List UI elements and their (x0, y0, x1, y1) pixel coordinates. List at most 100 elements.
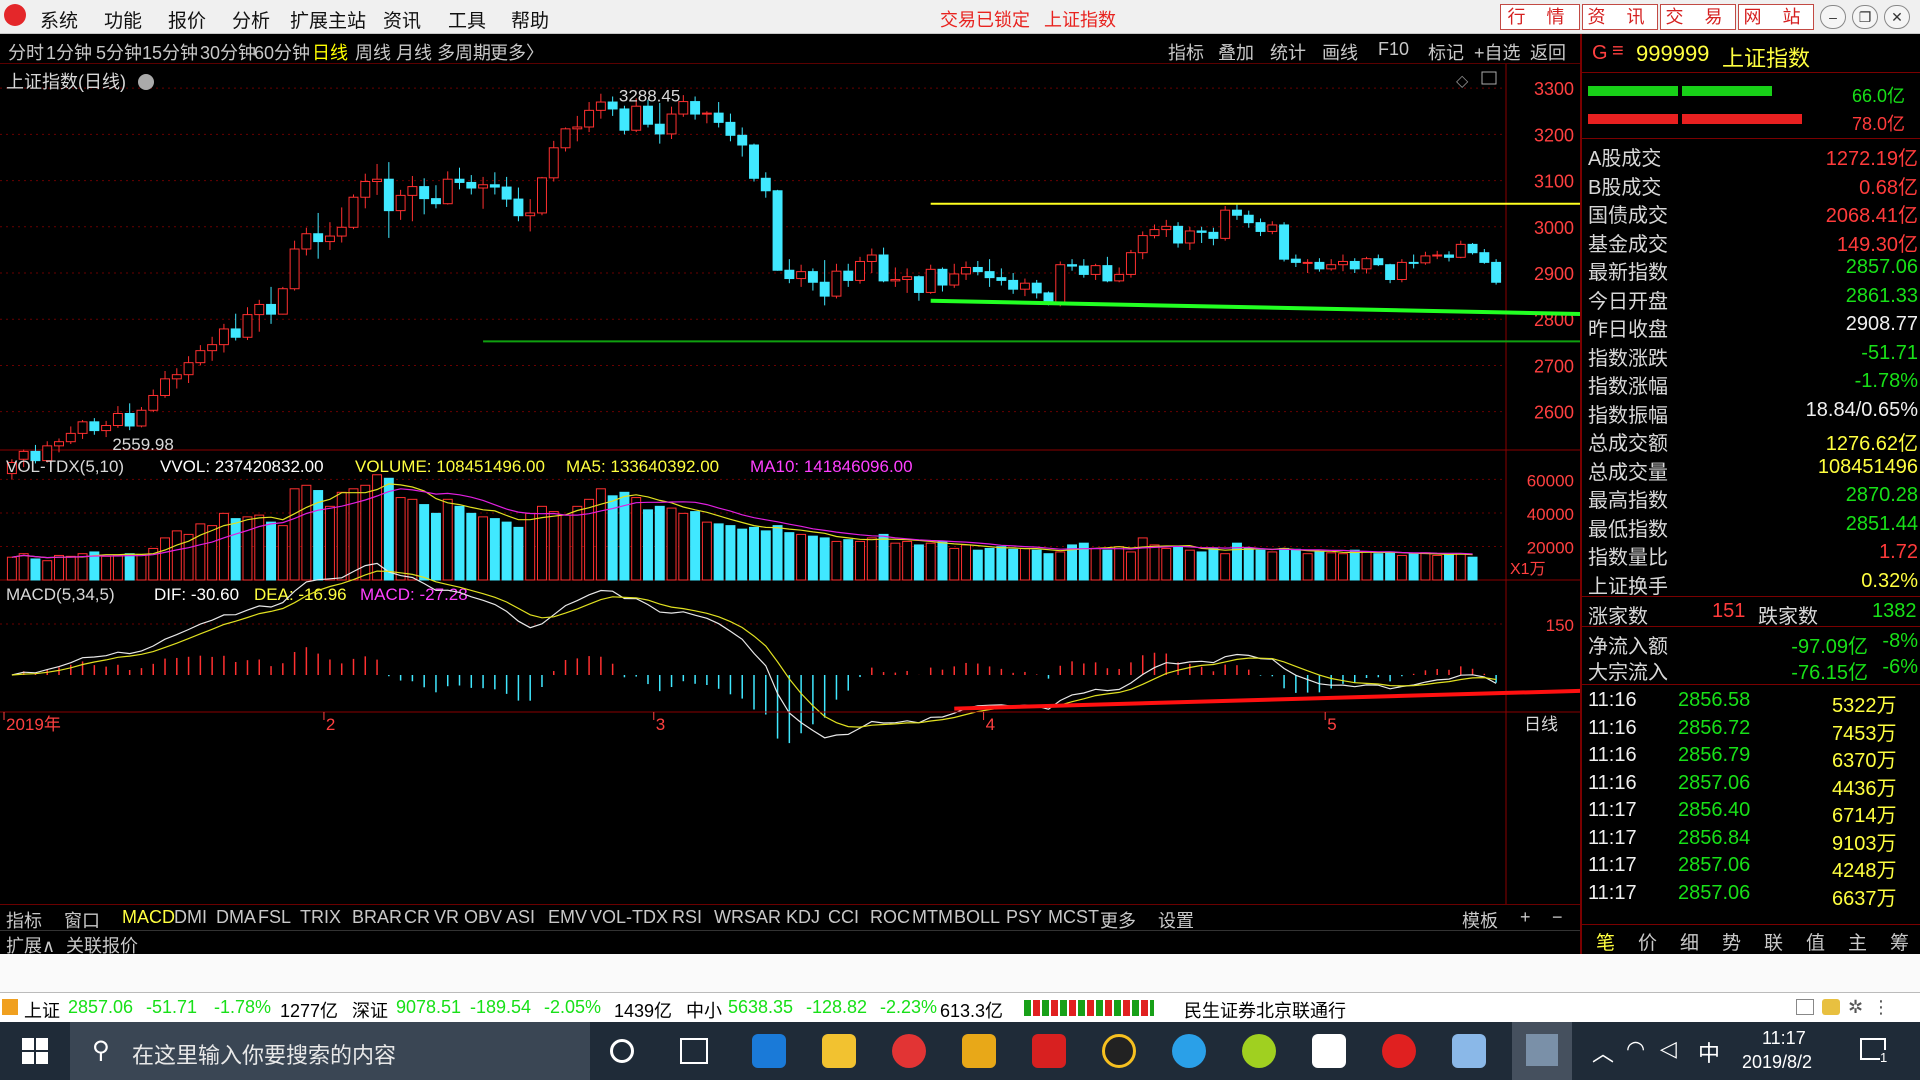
cortana-icon[interactable] (610, 1039, 634, 1063)
website-button[interactable]: 网 站 (1738, 4, 1814, 30)
menu-extension[interactable]: 扩展主站 (290, 6, 366, 33)
indicator-tab[interactable]: OBV (464, 907, 502, 928)
indicator-tab[interactable]: ROC (870, 907, 910, 928)
app-icon-7[interactable] (1172, 1034, 1206, 1068)
indicator-tab[interactable]: WR (714, 907, 744, 928)
toolbar-button[interactable]: 标记 (1428, 39, 1464, 65)
panel-tab[interactable]: 值 (1806, 928, 1825, 955)
period-tab[interactable]: 月线 (396, 39, 432, 65)
panel-tab[interactable]: 笔 (1596, 928, 1615, 955)
indicator-tab[interactable]: CR (404, 907, 430, 928)
menu-system[interactable]: 系统 (40, 6, 78, 33)
indicator-tab[interactable]: EMV (548, 907, 587, 928)
period-tab[interactable]: 更多〉 (490, 39, 544, 65)
candle-body (360, 181, 371, 198)
folder-icon[interactable] (822, 1034, 856, 1068)
kline-chart[interactable]: 26002700280029003000310032003300上证指数(日线)… (0, 64, 1580, 904)
indicator-tab[interactable]: CCI (828, 907, 859, 928)
toolbar-button[interactable]: F10 (1378, 39, 1409, 60)
indicator-tab[interactable]: RSI (672, 907, 702, 928)
period-tab[interactable]: 周线 (355, 39, 391, 65)
volume-icon[interactable]: ◁ (1660, 1036, 1677, 1062)
menu-analysis[interactable]: 分析 (232, 6, 270, 33)
period-tab[interactable]: 分时 (8, 39, 44, 65)
more-icon[interactable]: ⋮ (1872, 997, 1890, 1018)
panel-tab[interactable]: 主 (1848, 928, 1867, 955)
menu-tools[interactable]: 工具 (448, 6, 486, 33)
clock-time[interactable]: 11:17 (1762, 1028, 1806, 1049)
indicator-tab[interactable]: TRIX (300, 907, 341, 928)
window-icon[interactable] (1796, 999, 1814, 1015)
period-tab[interactable]: 多周期 (437, 39, 491, 65)
period-tab[interactable]: 日线 (312, 39, 348, 65)
ime-indicator[interactable]: 中 (1698, 1036, 1720, 1068)
indicator-tab[interactable]: MACD (122, 907, 175, 928)
tabbar-control[interactable]: − (1552, 907, 1563, 928)
candle-body (961, 266, 972, 275)
indicator-tab[interactable]: SAR (744, 907, 781, 928)
indicator-tab[interactable]: KDJ (786, 907, 820, 928)
panel-tab[interactable]: 细 (1680, 928, 1699, 955)
indicator-tab[interactable]: DMI (174, 907, 207, 928)
clock-date[interactable]: 2019/8/2 (1742, 1052, 1812, 1073)
menu-lines-icon[interactable]: ≡ (1612, 40, 1624, 63)
toolbar-button[interactable]: 叠加 (1218, 39, 1254, 65)
toolbar-button[interactable]: 统计 (1270, 39, 1306, 65)
settings-icon[interactable]: ✲ (1848, 997, 1863, 1018)
indicator-tab[interactable]: FSL (258, 907, 291, 928)
menu-function[interactable]: 功能 (104, 6, 142, 33)
app-icon-10[interactable] (1382, 1034, 1416, 1068)
active-app-slot[interactable] (1512, 1022, 1572, 1080)
indicator-tab[interactable]: DMA (216, 907, 256, 928)
news-button[interactable]: 资 讯 (1582, 4, 1658, 30)
indicator-tab[interactable]: MCST (1048, 907, 1099, 928)
indicator-tab[interactable]: MTM (912, 907, 953, 928)
period-tab[interactable]: 1分钟 (46, 39, 92, 65)
tabbar-control[interactable]: + (1520, 907, 1531, 928)
indicator-tab[interactable]: ASI (506, 907, 535, 928)
indicator-tab[interactable]: PSY (1006, 907, 1042, 928)
toolbar-button[interactable]: +自选 (1474, 39, 1521, 65)
close-icon[interactable]: ✕ (1884, 5, 1910, 29)
indicator-tab[interactable]: VOL-TDX (590, 907, 668, 928)
app-icon-5[interactable] (1032, 1034, 1066, 1068)
network-icon[interactable]: ◠ (1626, 1036, 1645, 1062)
indicator-tab[interactable]: BOLL (954, 907, 1000, 928)
restore-icon[interactable]: ❐ (1852, 5, 1878, 29)
indicator-tab[interactable]: VR (434, 907, 459, 928)
toolbar-button[interactable]: 返回 (1530, 39, 1566, 65)
trade-button[interactable]: 交 易 (1660, 4, 1736, 30)
broker-app-icon[interactable] (892, 1034, 926, 1068)
quote-button[interactable]: 行 情 (1500, 4, 1580, 30)
edge-icon[interactable] (752, 1034, 786, 1068)
toolbar-button[interactable]: 指标 (1168, 39, 1204, 65)
app-icon-4[interactable] (962, 1034, 996, 1068)
sh-amount: 1277亿 (280, 1001, 339, 1021)
period-tab[interactable]: 30分钟 (200, 39, 256, 65)
menu-quote[interactable]: 报价 (168, 6, 206, 33)
panel-tab[interactable]: 势 (1722, 928, 1741, 955)
panel-tab[interactable]: 价 (1638, 928, 1657, 955)
indicator-tab[interactable]: BRAR (352, 907, 402, 928)
period-tab[interactable]: 5分钟 (96, 39, 142, 65)
mail-icon[interactable] (1312, 1034, 1346, 1068)
app-icon-8[interactable] (1242, 1034, 1276, 1068)
lock-icon[interactable] (1822, 999, 1840, 1015)
panel-tab[interactable]: 联 (1764, 928, 1783, 955)
minimize-icon[interactable]: – (1820, 5, 1846, 29)
app-icon-11[interactable] (1452, 1034, 1486, 1068)
qq-icon[interactable] (1102, 1034, 1136, 1068)
tick-price: 2857.06 (1678, 771, 1751, 794)
tray-up-icon[interactable]: ︿ (1592, 1036, 1614, 1068)
panel-tab[interactable]: 筹 (1890, 928, 1909, 955)
taskbar-search[interactable]: ⚲ 在这里输入你要搜索的内容 (70, 1022, 590, 1080)
period-tab[interactable]: 15分钟 (142, 39, 198, 65)
menu-help[interactable]: 帮助 (511, 6, 549, 33)
menu-news[interactable]: 资讯 (383, 6, 421, 33)
period-tab[interactable]: 60分钟 (254, 39, 310, 65)
broker-name[interactable]: 民生证券北京联通行 (1184, 997, 1346, 1023)
windows-start-icon[interactable] (22, 1038, 48, 1064)
task-view-icon[interactable] (680, 1038, 708, 1064)
price-tick-label: 3100 (1534, 172, 1574, 192)
toolbar-button[interactable]: 画线 (1322, 39, 1358, 65)
